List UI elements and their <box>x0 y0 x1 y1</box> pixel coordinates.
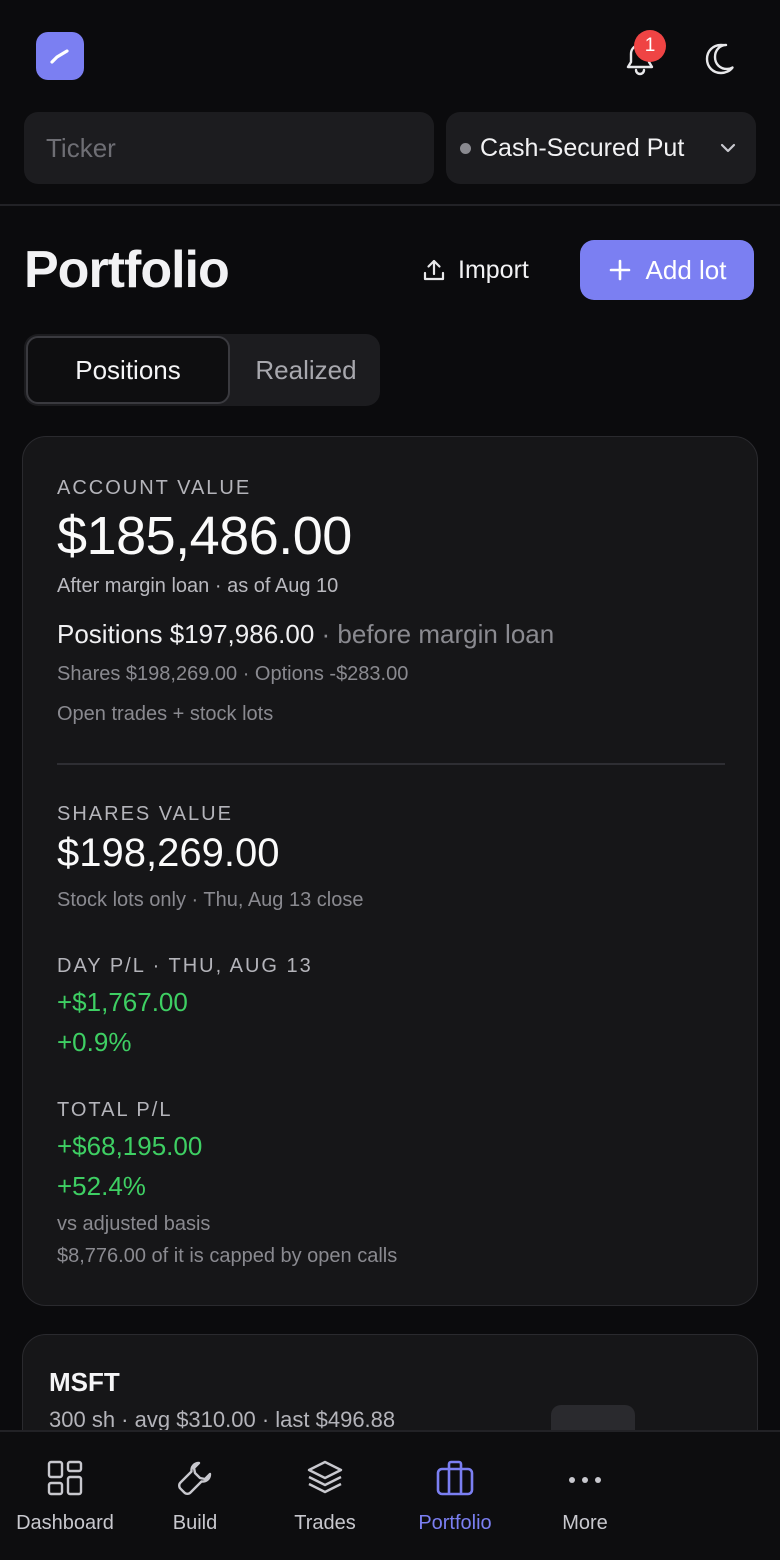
layers-icon <box>307 1460 343 1494</box>
nav-label: Trades <box>294 1512 356 1534</box>
nav-label: More <box>562 1512 608 1534</box>
day-pl-label: DAY P/L · THU, AUG 13 <box>57 955 313 977</box>
strategy-label: Cash-Secured Put <box>480 133 685 162</box>
theme-toggle[interactable] <box>700 38 740 78</box>
capped-note: $8,776.00 of it is capped by open calls <box>57 1245 398 1267</box>
page-title: Portfolio <box>24 241 230 299</box>
day-pl-value: +$1,767.00 <box>57 987 188 1017</box>
chevron-down-icon <box>720 143 736 153</box>
total-pl-note: vs adjusted basis <box>57 1213 211 1235</box>
positions-realized-tabs: Positions Realized <box>24 334 380 406</box>
total-pl-value: +$68,195.00 <box>57 1131 203 1161</box>
positions-value: Positions $197,986.00 <box>57 619 315 649</box>
import-label: Import <box>458 255 529 284</box>
strategy-select[interactable]: Cash-Secured Put <box>446 112 756 184</box>
nav-trades[interactable]: Trades <box>260 1432 390 1560</box>
nav-more[interactable]: More <box>520 1432 650 1560</box>
shares-value-note: Stock lots only · Thu, Aug 13 close <box>57 889 364 911</box>
add-lot-button[interactable]: Add lot <box>580 240 754 300</box>
summary-divider <box>57 763 725 765</box>
shares-value: $198,269.00 <box>57 831 280 875</box>
logo[interactable] <box>36 32 84 80</box>
grid-icon <box>47 1460 83 1496</box>
more-dots-icon <box>569 1477 601 1483</box>
import-button[interactable]: Import <box>420 248 529 292</box>
wrench-icon <box>178 1461 212 1495</box>
briefcase-icon <box>436 1460 474 1496</box>
position-ticker: MSFT <box>49 1367 120 1397</box>
shares-value-label: SHARES VALUE <box>57 803 233 825</box>
day-pl-percent: +0.9% <box>57 1027 132 1057</box>
notification-badge: 1 <box>634 30 666 62</box>
header-divider <box>0 204 780 206</box>
total-pl-percent: +52.4% <box>57 1171 146 1201</box>
tab-positions[interactable]: Positions <box>26 336 230 404</box>
nav-label: Portfolio <box>418 1512 492 1534</box>
value-breakdown: Shares $198,269.00 · Options -$283.00 <box>57 663 409 685</box>
positions-value-line: Positions $197,986.00 · before margin lo… <box>57 619 554 650</box>
upload-icon <box>423 259 445 281</box>
nav-label: Dashboard <box>16 1512 114 1534</box>
source-note: Open trades + stock lots <box>57 703 274 725</box>
account-value-label: ACCOUNT VALUE <box>57 477 252 499</box>
account-summary-card: ACCOUNT VALUE $185,486.00 After margin l… <box>22 436 758 1306</box>
nav-portfolio[interactable]: Portfolio <box>390 1432 520 1560</box>
bottom-nav: Dashboard Build Trades Portfolio More <box>0 1430 780 1560</box>
logo-icon <box>50 49 69 64</box>
total-pl-label: TOTAL P/L <box>57 1099 173 1121</box>
plus-icon <box>609 259 630 281</box>
ticker-input[interactable] <box>24 112 434 184</box>
nav-dashboard[interactable]: Dashboard <box>0 1432 130 1560</box>
positions-value-note: · before margin loan <box>314 619 555 649</box>
account-value: $185,486.00 <box>57 506 352 566</box>
moon-icon <box>705 43 734 75</box>
account-value-note: After margin loan · as of Aug 10 <box>57 575 339 597</box>
nav-build[interactable]: Build <box>130 1432 260 1560</box>
tab-realized[interactable]: Realized <box>234 336 378 404</box>
top-bar: 1 <box>0 0 780 110</box>
nav-label: Build <box>172 1512 218 1534</box>
add-lot-label: Add lot <box>645 254 727 285</box>
status-dot <box>460 142 471 154</box>
